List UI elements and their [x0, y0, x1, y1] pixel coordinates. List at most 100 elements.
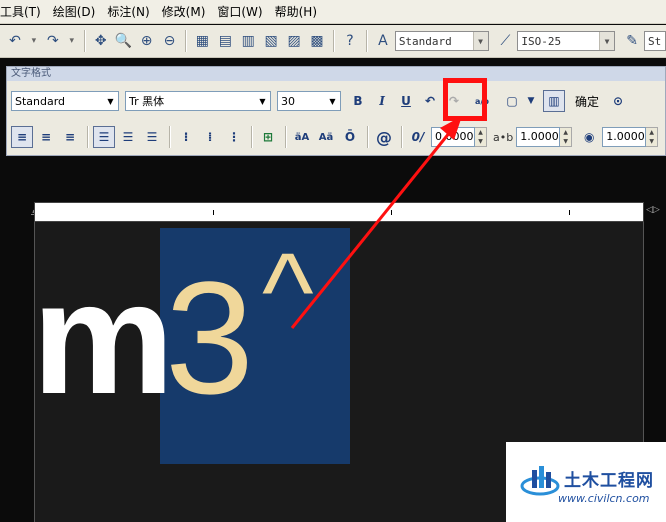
bullets-icon[interactable]: ⁞ [199, 126, 221, 148]
watermark-url: www.civilcn.com [558, 492, 650, 505]
symbol-button[interactable]: @ [373, 126, 395, 148]
text-height-select[interactable]: 30 ▼ [277, 91, 341, 111]
menu-tools[interactable]: 工具(T) [0, 0, 47, 24]
ruler-toggle-icon[interactable]: ▥ [543, 90, 565, 112]
separator [169, 126, 171, 148]
separator [185, 30, 188, 52]
text-style-select[interactable]: Standard ▼ [394, 31, 489, 51]
chevron-down-icon[interactable]: ▼ [599, 32, 615, 50]
zoom-previous-icon[interactable]: ⊖ [159, 30, 181, 52]
font-select[interactable]: Tr 黑体 ▼ [125, 91, 271, 111]
properties-icon[interactable]: ▦ [191, 30, 213, 52]
menu-bar: 工具(T) 绘图(D) 标注(N) 修改(M) 窗口(W) 帮助(H) [0, 0, 666, 24]
zoom-window-icon[interactable]: ⊕ [136, 30, 158, 52]
style-value: Standard [15, 94, 66, 108]
text-ruler[interactable] [34, 202, 644, 222]
dim-style-select[interactable]: ISO-25 ▼ [517, 31, 616, 51]
chevron-down-icon[interactable]: ▼ [326, 93, 339, 109]
oblique-icon: 0/ [411, 130, 425, 144]
ruler-tick [569, 210, 570, 215]
pan-icon[interactable]: ✥ [90, 30, 112, 52]
tracking-spinner[interactable]: ▲ ▼ [560, 127, 573, 147]
table-style-select[interactable]: St [644, 31, 666, 51]
ok-button[interactable]: 确定 [575, 93, 599, 110]
tracking-input[interactable]: 1.0000 [516, 127, 561, 147]
separator [332, 30, 335, 52]
width-factor-spinner[interactable]: ▲ ▼ [646, 127, 659, 147]
ruler-tick [391, 210, 392, 215]
uppercase-icon[interactable]: äA [291, 126, 313, 148]
stack-button-highlight [443, 78, 487, 121]
justify-middle-icon[interactable]: ☰ [117, 126, 139, 148]
font-value: Tr 黑体 [129, 95, 165, 108]
italic-button[interactable]: I [371, 90, 393, 112]
ruler-tick [213, 210, 214, 215]
ruler-width-handle-icon[interactable]: ◁▷ [646, 205, 660, 215]
text-3[interactable]: 3 [165, 258, 254, 418]
markup-icon[interactable]: ▨ [283, 30, 305, 52]
text-style-icon[interactable]: A [372, 30, 394, 52]
align-center-icon[interactable]: ≡ [35, 126, 57, 148]
menu-dimension[interactable]: 标注(N) [101, 0, 155, 24]
chevron-down-icon[interactable]: ▼ [472, 32, 488, 50]
separator [87, 126, 89, 148]
oblique-angle-input[interactable]: 0.0000 [431, 127, 475, 147]
undo-dropdown-icon[interactable]: ▾ [27, 30, 41, 52]
redo-icon[interactable]: ↷ [42, 30, 64, 52]
table-style-value: St [648, 34, 662, 48]
separator [285, 126, 287, 148]
formatting-row-2: ≡ ≡ ≡ ☰ ☰ ☰ ⁝ ⁞ ⋮ ⊞ äA Aä Ō @ 0/ 0.0000 … [11, 123, 664, 151]
dim-style-value: ISO-25 [521, 34, 562, 48]
help-icon[interactable]: ? [339, 30, 361, 52]
justify-top-icon[interactable]: ☰ [93, 126, 115, 148]
insert-field-icon[interactable]: ⊞ [257, 126, 279, 148]
chevron-down-icon[interactable]: ▼ [256, 93, 269, 109]
bold-button[interactable]: B [347, 90, 369, 112]
width-factor-input[interactable]: 1.0000 [602, 127, 647, 147]
underline-button[interactable]: U [395, 90, 417, 112]
watermark-title: 土木工程网 [564, 471, 654, 491]
separator [83, 30, 86, 52]
menu-modify[interactable]: 修改(M) [156, 0, 212, 24]
standard-toolbar: ↶ ▾ ↷ ▾ ✥ 🔍 ⊕ ⊖ ▦ ▤ ▥ ▧ ▨ ▩ ? A Standard… [0, 25, 666, 58]
text-m[interactable]: m [32, 258, 174, 418]
separator [365, 30, 368, 52]
chevron-down-icon[interactable]: ▼ [104, 93, 117, 109]
oblique-angle-spinner[interactable]: ▲ ▼ [475, 127, 487, 147]
justify-bottom-icon[interactable]: ☰ [141, 126, 163, 148]
separator [251, 126, 253, 148]
autocad-window: 工具(T) 绘图(D) 标注(N) 修改(M) 窗口(W) 帮助(H) ↶ ▾ … [0, 0, 666, 522]
tool-palettes-icon[interactable]: ▥ [237, 30, 259, 52]
align-left-icon[interactable]: ≡ [11, 126, 33, 148]
undo-icon[interactable]: ↶ [4, 30, 26, 52]
separator [367, 126, 369, 148]
dim-style-icon[interactable]: ⟋ [495, 30, 517, 52]
separator [401, 126, 403, 148]
sheet-set-icon[interactable]: ▧ [260, 30, 282, 52]
design-center-icon[interactable]: ▤ [214, 30, 236, 52]
text-formatting-title: 文字格式 [7, 67, 665, 81]
width-factor-icon: ◉ [583, 130, 595, 144]
redo-dropdown-icon[interactable]: ▾ [65, 30, 79, 52]
lowercase-icon[interactable]: Aä [315, 126, 337, 148]
numbering-icon[interactable]: ⁝ [175, 126, 197, 148]
chevron-down-icon[interactable]: ▼ [525, 90, 537, 112]
color-swatch-icon[interactable]: ▢ [501, 90, 523, 112]
letters-icon[interactable]: ⋮ [223, 126, 245, 148]
text-height-value: 30 [281, 94, 295, 108]
undo-button[interactable]: ↶ [419, 90, 441, 112]
menu-draw[interactable]: 绘图(D) [47, 0, 102, 24]
overline-icon[interactable]: Ō [339, 126, 361, 148]
menu-window[interactable]: 窗口(W) [211, 0, 268, 24]
formatting-row-1: Standard ▼ Tr 黑体 ▼ 30 ▼ B I U ↶ ↷ a/b ▢ … [11, 90, 631, 112]
zoom-realtime-icon[interactable]: 🔍 [113, 30, 135, 52]
style-select[interactable]: Standard ▼ [11, 91, 119, 111]
table-style-icon[interactable]: ✎ [621, 30, 643, 52]
align-right-icon[interactable]: ≡ [59, 126, 81, 148]
calculator-icon[interactable]: ▩ [306, 30, 328, 52]
tracking-icon: a•b [493, 130, 514, 144]
text-caret[interactable]: ^ [262, 238, 314, 348]
menu-help[interactable]: 帮助(H) [269, 0, 323, 24]
options-icon[interactable]: ⊙ [607, 90, 629, 112]
text-formatting-toolbar: 文字格式 Standard ▼ Tr 黑体 ▼ 30 ▼ B I U ↶ ↷ a… [6, 66, 666, 156]
